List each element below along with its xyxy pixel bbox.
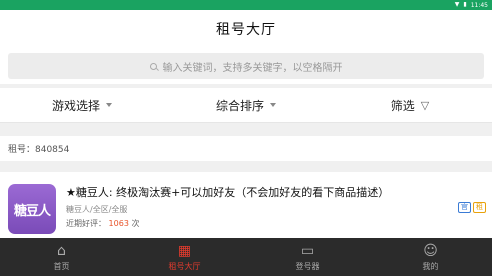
official-badge: 官: [458, 202, 471, 213]
game-thumbnail: 糖豆人: [8, 184, 56, 234]
filter-label: 综合排序: [215, 98, 264, 113]
home-icon: ⌂: [57, 242, 66, 259]
search-placeholder: 输入关键词，支持多关键字，以空格隔开: [162, 62, 343, 74]
page-title: 租号大厅: [216, 22, 276, 38]
caret-down-icon: [270, 103, 276, 107]
listing-card[interactable]: 糖豆人 ★糖豆人: 终极淘汰赛+可以加好友（不会加好友的看下商品描述） 糖豆人/…: [0, 172, 492, 238]
search-icon: [149, 62, 157, 70]
rent-icon: ▦: [177, 242, 192, 259]
filter-bar: 游戏选择 综合排序 筛选 ▽: [0, 88, 492, 123]
filter-label: 筛选: [390, 98, 415, 113]
listing-title: ★糖豆人: 终极淘汰赛+可以加好友（不会加好友的看下商品描述）: [66, 186, 390, 199]
tab-rent-hall[interactable]: ▦ 租号大厅: [123, 238, 246, 276]
tab-home[interactable]: ⌂ 首页: [0, 238, 123, 276]
rent-badge: 租: [473, 202, 486, 213]
tab-login-tool[interactable]: ▭ 登号器: [246, 238, 369, 276]
account-id-row: 租号：840854: [0, 136, 492, 161]
filter-screen[interactable]: 筛选 ▽: [328, 97, 492, 114]
thumbnail-text: 糖豆人: [13, 203, 51, 219]
filter-sort[interactable]: 综合排序: [164, 97, 328, 114]
filter-game-select[interactable]: 游戏选择: [0, 97, 164, 114]
search-area: 输入关键词，支持多关键字，以空格隔开: [0, 48, 492, 84]
caret-down-icon: [106, 103, 112, 107]
rating-label: 近期好评：: [66, 219, 106, 228]
status-bar: ▼ ▮ 11:45: [0, 0, 492, 10]
monitor-icon: ▭: [300, 242, 315, 259]
battery-icon: ▮: [463, 1, 467, 8]
rating-unit: 次: [131, 219, 140, 228]
bottom-tab-bar: ⌂ 首页 ▦ 租号大厅 ▭ 登号器 ☺ 我的: [0, 238, 492, 276]
search-input[interactable]: 输入关键词，支持多关键字，以空格隔开: [8, 53, 484, 79]
filter-label: 游戏选择: [51, 98, 100, 113]
listing-rating: 近期好评： 1063 次: [66, 218, 139, 229]
funnel-icon: ▽: [420, 98, 430, 112]
rating-value: 1063: [108, 219, 129, 228]
tab-label: 首页: [53, 261, 70, 271]
tab-mine[interactable]: ☺ 我的: [369, 238, 492, 276]
status-time: 11:45: [470, 1, 488, 9]
title-bar: 租号大厅: [0, 10, 492, 48]
tab-label: 租号大厅: [168, 261, 201, 271]
user-icon: ☺: [423, 242, 438, 259]
listing-badges: 官 租: [458, 202, 486, 213]
tab-label: 登号器: [295, 261, 320, 271]
wifi-icon: ▼: [454, 1, 460, 8]
account-id: 租号：840854: [8, 145, 70, 155]
tab-label: 我的: [422, 261, 439, 271]
listing-subtitle: 糖豆人/全区/全服: [66, 205, 128, 214]
